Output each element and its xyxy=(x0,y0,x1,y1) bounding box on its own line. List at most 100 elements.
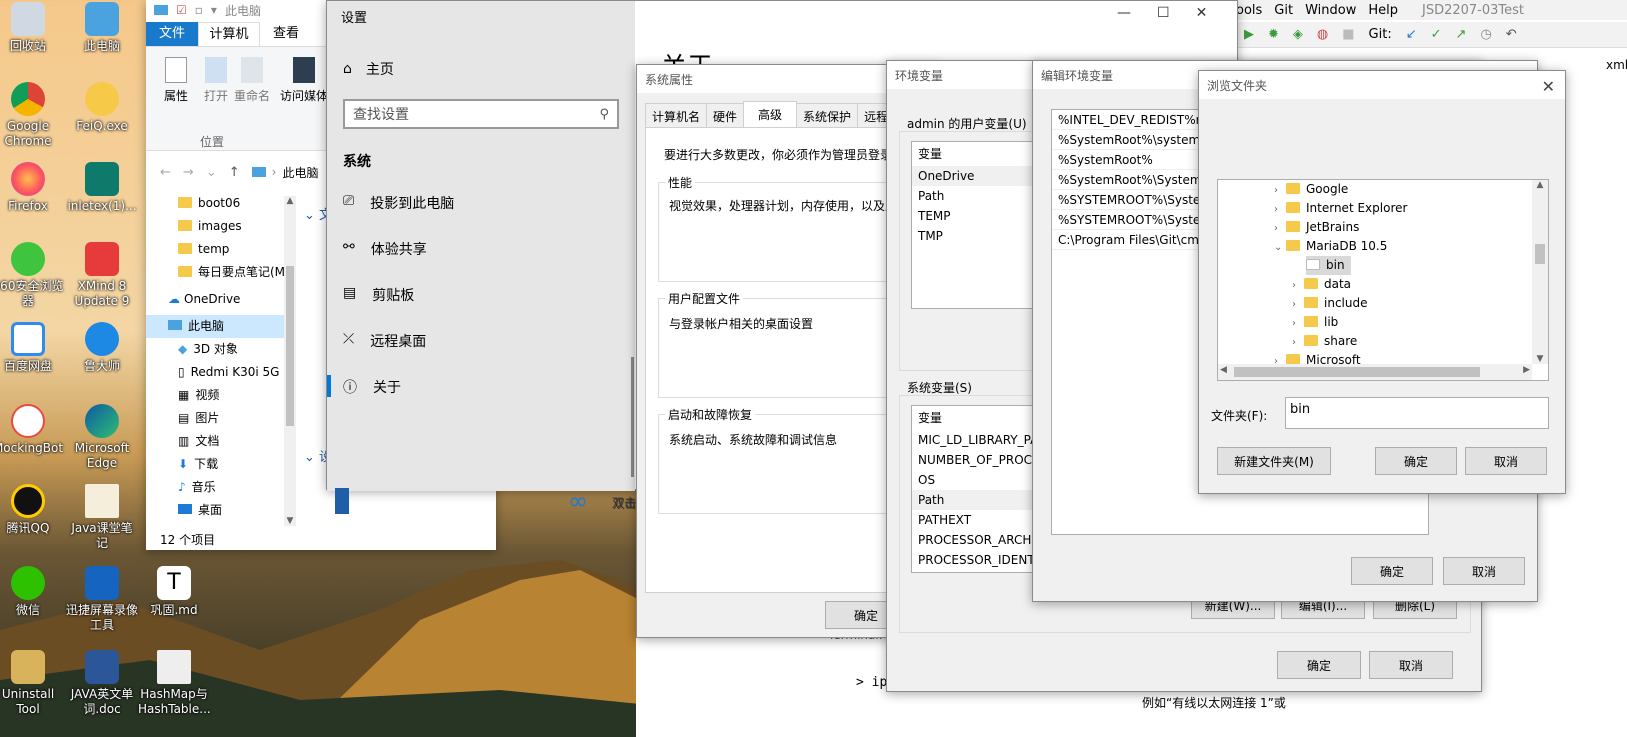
tab-advanced[interactable]: 高级 xyxy=(743,101,798,130)
desktop-icon-360[interactable]: 360安全浏览器 xyxy=(0,242,64,309)
folder-tree[interactable]: › Google › Internet Explorer › JetBrains ⌄ M… xyxy=(1217,179,1549,381)
checkmark-icon[interactable]: ☑ xyxy=(176,3,187,17)
scroll-right-icon[interactable]: ▶ xyxy=(1523,365,1530,375)
nav-item-documents[interactable]: ▥ 文档 xyxy=(146,430,296,453)
expand-icon[interactable]: › xyxy=(1292,276,1304,295)
history-icon[interactable]: ◷ xyxy=(1480,27,1491,42)
scroll-down-icon[interactable]: ▼ xyxy=(1532,354,1548,364)
dropdown-icon[interactable]: ▾ xyxy=(211,3,217,17)
ribbon-properties-button[interactable]: 属性 xyxy=(156,57,196,104)
tree-item-share[interactable]: › share xyxy=(1292,332,1357,351)
nav-item-desktop[interactable]: 桌面 xyxy=(146,499,296,522)
tab-computer-name[interactable]: 计算机名 xyxy=(645,103,707,130)
tree-item-google[interactable]: › Google xyxy=(1274,180,1348,199)
scroll-thumb[interactable] xyxy=(1535,244,1545,264)
blank-doc-icon[interactable]: ▫ xyxy=(195,3,203,17)
back-icon[interactable]: ← xyxy=(160,165,171,180)
close-icon[interactable]: ✕ xyxy=(1196,5,1208,21)
desktop-icon-ludashi[interactable]: 鲁大师 xyxy=(66,322,138,374)
scroll-up-icon[interactable]: ▲ xyxy=(284,196,296,206)
new-folder-button[interactable]: 新建文件夹(M) xyxy=(1217,447,1331,475)
sidebar-scrollbar[interactable] xyxy=(631,357,634,477)
desktop-icon-inletex[interactable]: inletex(1)... xyxy=(66,162,138,214)
envvars-cancel-button[interactable]: 取消 xyxy=(1369,651,1453,679)
desktop-icon-mockingbot[interactable]: MockingBot xyxy=(0,404,64,456)
desktop-icon-xmind[interactable]: XMind 8 Update 9 xyxy=(66,242,138,309)
editenv-cancel-button[interactable]: 取消 xyxy=(1443,557,1525,585)
settings-item-clipboard[interactable]: ▤ 剪贴板 xyxy=(343,285,414,305)
tree-item-bin[interactable]: bin xyxy=(1306,256,1351,275)
desktop-icon-recorder[interactable]: 迅捷屏幕录像工具 xyxy=(66,566,138,633)
expand-icon[interactable]: › xyxy=(1292,333,1304,352)
nav-item-videos[interactable]: ▦ 视频 xyxy=(146,384,296,407)
browse-ok-button[interactable]: 确定 xyxy=(1375,447,1457,475)
git-update-icon[interactable]: ↙ xyxy=(1406,27,1417,42)
nav-item-boot06[interactable]: boot06 xyxy=(146,192,296,215)
scroll-up-icon[interactable]: ▲ xyxy=(1532,180,1548,190)
desktop-icon-feiq[interactable]: FeiQ.exe xyxy=(66,82,138,134)
desktop-icon-chrome[interactable]: Google Chrome xyxy=(0,82,64,149)
git-commit-icon[interactable]: ✓ xyxy=(1431,27,1442,42)
tree-item-data[interactable]: › data xyxy=(1292,275,1351,294)
recent-dropdown-icon[interactable]: ⌄ xyxy=(206,165,217,180)
ribbon-media-button[interactable]: 访问媒体 xyxy=(280,57,328,104)
scroll-thumb[interactable] xyxy=(286,266,294,426)
expand-icon[interactable]: › xyxy=(1274,181,1286,200)
profile-icon[interactable]: ◍ xyxy=(1317,27,1328,42)
desktop-icon-java-notes[interactable]: Java课堂笔记 xyxy=(66,484,138,551)
forward-icon[interactable]: → xyxy=(183,165,194,180)
expand-icon[interactable]: › xyxy=(1292,295,1304,314)
tab-protection[interactable]: 系统保护 xyxy=(797,103,859,130)
tab-view[interactable]: 查看 xyxy=(260,22,312,46)
tree-item-ie[interactable]: › Internet Explorer xyxy=(1274,199,1407,218)
tree-item-jetbrains[interactable]: › JetBrains xyxy=(1274,218,1359,237)
expand-icon[interactable]: › xyxy=(1274,219,1286,238)
settings-search-input[interactable]: 查找设置 ⚲ xyxy=(343,99,619,129)
nav-item-this-pc[interactable]: 此电脑 xyxy=(146,315,296,338)
desktop-icon-md-file[interactable]: T 巩固.md xyxy=(138,566,210,618)
terminal-prompt[interactable]: > ip xyxy=(856,675,887,690)
tree-item-mariadb[interactable]: ⌄ MariaDB 10.5 xyxy=(1274,237,1387,256)
stop-icon[interactable]: ■ xyxy=(1342,27,1354,42)
nav-scrollbar[interactable]: ▲ ▼ xyxy=(284,196,296,526)
maximize-icon[interactable]: ☐ xyxy=(1157,5,1170,21)
desktop-icon-firefox[interactable]: Firefox xyxy=(0,162,64,214)
nav-item-phone[interactable]: ▯ Redmi K30i 5G xyxy=(146,361,296,384)
desktop-icon-this-pc[interactable]: 此电脑 xyxy=(66,2,138,54)
nav-item-3d[interactable]: ◆ 3D 对象 xyxy=(146,338,296,361)
settings-item-share[interactable]: ⚯ 体验共享 xyxy=(343,239,427,259)
git-push-icon[interactable]: ↗ xyxy=(1456,27,1467,42)
envvars-ok-button[interactable]: 确定 xyxy=(1277,651,1361,679)
scroll-down-icon[interactable]: ▼ xyxy=(284,516,296,526)
scroll-thumb[interactable] xyxy=(1234,367,1480,377)
folder-name-input[interactable]: bin xyxy=(1285,397,1549,429)
ribbon-open-button[interactable]: 打开 xyxy=(196,57,236,104)
tree-item-include[interactable]: › include xyxy=(1292,294,1367,313)
ribbon-rename-button[interactable]: 重命名 xyxy=(232,57,272,104)
settings-item-project[interactable]: ⎚ 投影到此电脑 xyxy=(343,193,454,213)
settings-item-about[interactable]: ⓘ 关于 xyxy=(343,377,401,397)
tree-horizontal-scrollbar[interactable]: ◀ ▶ xyxy=(1218,364,1532,380)
nav-item-onedrive[interactable]: ☁ OneDrive xyxy=(146,284,296,315)
debug-icon[interactable]: ✹ xyxy=(1268,27,1279,42)
collapse-icon[interactable]: ⌄ xyxy=(1274,238,1286,257)
run-icon[interactable]: ▶ xyxy=(1244,27,1254,42)
nav-item-music[interactable]: ♪ 音乐 xyxy=(146,476,296,499)
desktop-icon-hashmap[interactable]: HashMap与HashTable... xyxy=(138,650,211,717)
browse-cancel-button[interactable]: 取消 xyxy=(1465,447,1547,475)
tab-computer[interactable]: 计算机 xyxy=(198,22,260,46)
tab-file[interactable]: 文件 xyxy=(146,22,198,46)
address-field[interactable]: › 此电脑 xyxy=(251,164,318,181)
editenv-ok-button[interactable]: 确定 xyxy=(1351,557,1433,585)
scroll-left-icon[interactable]: ◀ xyxy=(1220,365,1227,375)
nav-item-temp[interactable]: temp xyxy=(146,238,296,261)
desktop-icon-wechat[interactable]: 微信 xyxy=(0,566,64,618)
minimize-icon[interactable]: — xyxy=(1117,5,1131,21)
menu-window[interactable]: Window xyxy=(1305,3,1356,18)
desktop-icon-uninstall[interactable]: Uninstall Tool xyxy=(0,650,64,717)
tree-item-lib[interactable]: › lib xyxy=(1292,313,1338,332)
nav-item-downloads[interactable]: ⬇ 下载 xyxy=(146,453,296,476)
expand-icon[interactable]: › xyxy=(1292,314,1304,333)
desktop-icon-recycle-bin[interactable]: 回收站 xyxy=(0,2,64,54)
desktop-icon-baidu[interactable]: 百度网盘 xyxy=(0,322,64,374)
